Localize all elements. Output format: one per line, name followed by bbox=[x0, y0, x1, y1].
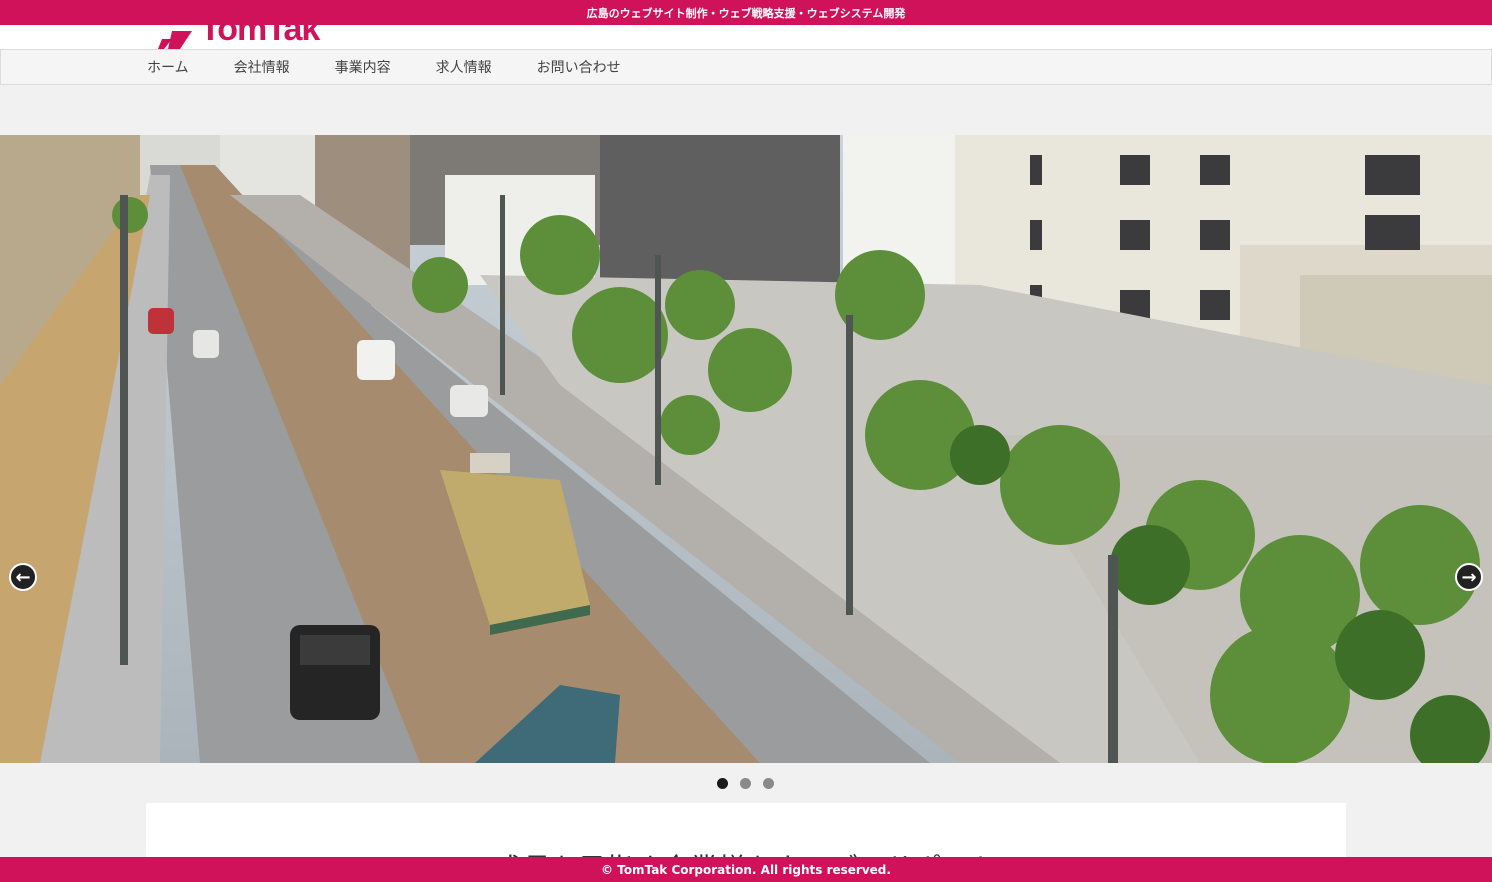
logo-text: TomTak bbox=[200, 25, 320, 48]
slider-dot-3[interactable] bbox=[763, 778, 774, 789]
slider-pagination bbox=[717, 778, 786, 789]
nav-item-services[interactable]: 事業内容 bbox=[335, 57, 391, 77]
copyright-text: © TomTak Corporation. All rights reserve… bbox=[601, 862, 891, 877]
nav-item-home[interactable]: ホーム bbox=[147, 57, 189, 77]
arrow-left-icon: ← bbox=[15, 566, 31, 588]
slider-prev-button[interactable]: ← bbox=[9, 563, 37, 591]
hero-slide-image bbox=[0, 135, 1492, 763]
site-footer: © TomTak Corporation. All rights reserve… bbox=[0, 857, 1492, 882]
logo-mark-icon bbox=[158, 31, 192, 49]
arrow-right-icon: → bbox=[1461, 566, 1477, 588]
slider-dot-2[interactable] bbox=[740, 778, 751, 789]
slider-dot-1[interactable] bbox=[717, 778, 728, 789]
top-tagline-bar: 広島のウェブサイト制作・ウェブ戦略支援・ウェブシステム開発 bbox=[0, 0, 1492, 25]
hero-slider: ← → bbox=[0, 135, 1492, 763]
tagline-text: 広島のウェブサイト制作・ウェブ戦略支援・ウェブシステム開発 bbox=[586, 6, 906, 20]
nav-item-company[interactable]: 会社情報 bbox=[234, 57, 290, 77]
main-navigation: ホーム 会社情報 事業内容 求人情報 お問い合わせ bbox=[0, 49, 1492, 85]
site-header: TomTak bbox=[0, 25, 1492, 49]
nav-item-recruit[interactable]: 求人情報 bbox=[436, 57, 492, 77]
site-logo[interactable]: TomTak bbox=[158, 25, 320, 49]
nav-item-contact[interactable]: お問い合わせ bbox=[537, 57, 621, 77]
slider-next-button[interactable]: → bbox=[1455, 563, 1483, 591]
intro-section: 成長を目指す企業様をウェブでサポート bbox=[146, 803, 1346, 863]
